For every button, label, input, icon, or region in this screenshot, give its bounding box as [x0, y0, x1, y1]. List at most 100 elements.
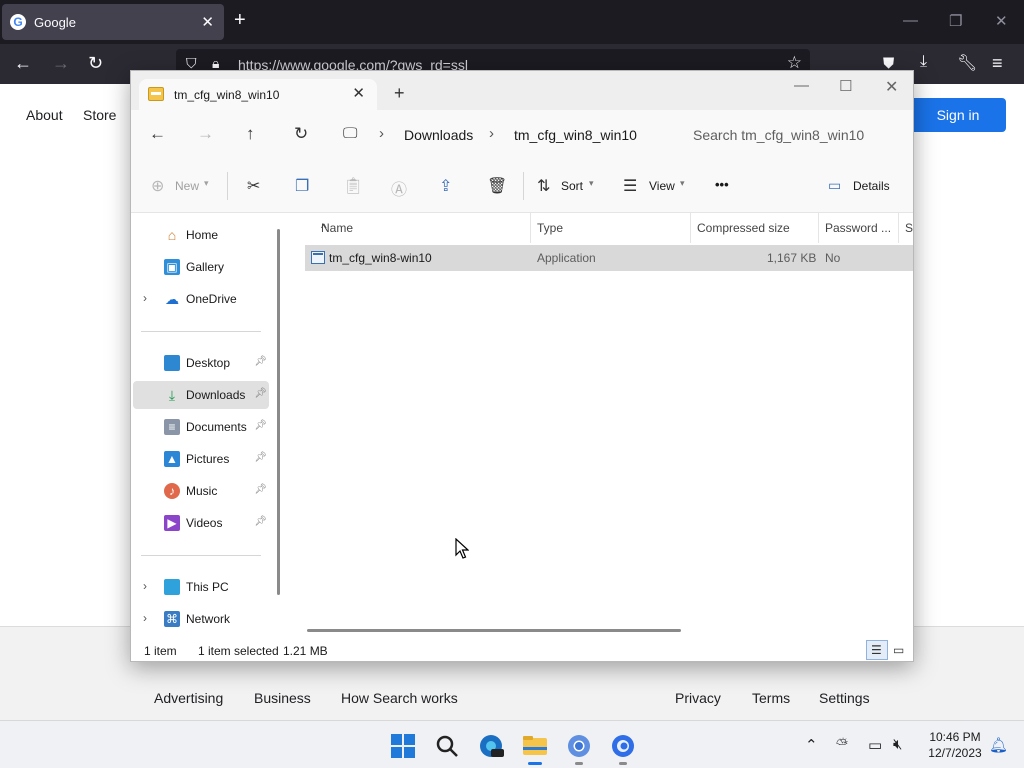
browser-tab-google[interactable]: G Google ✕: [2, 4, 224, 40]
footer-privacy-link[interactable]: Privacy: [675, 690, 721, 706]
explorer-new-tab-icon[interactable]: +: [394, 83, 405, 104]
show-hidden-icons-chevron-icon[interactable]: ⌃: [805, 736, 818, 754]
details-view-button[interactable]: ☰: [866, 640, 888, 660]
sort-icon[interactable]: ⇅: [537, 176, 550, 196]
nav-item-music[interactable]: ♪ Music 📌︎: [133, 477, 269, 505]
google-store-link[interactable]: Store: [83, 107, 116, 123]
explorer-search-input[interactable]: Search tm_cfg_win8_win10: [681, 118, 913, 152]
onedrive-offline-icon[interactable]: ⛅︎: [836, 736, 848, 753]
start-windows-icon[interactable]: [390, 733, 416, 759]
nav-item-downloads[interactable]: ⤓ Downloads 📌︎: [133, 381, 269, 409]
breadcrumb-chevron-icon[interactable]: ›: [489, 125, 494, 142]
new-plus-icon[interactable]: ⊕: [151, 176, 164, 196]
pin-icon[interactable]: 📌︎: [254, 356, 267, 367]
explorer-back-icon[interactable]: ←: [149, 124, 166, 144]
breadcrumb-chevron-icon[interactable]: ›: [379, 125, 384, 142]
horizontal-scrollbar[interactable]: [307, 629, 681, 632]
nav-scrollbar[interactable]: [277, 229, 280, 595]
details-pane-icon[interactable]: ▭: [828, 177, 841, 194]
close-explorer-tab-icon[interactable]: ✕: [352, 84, 365, 102]
nav-item-this-pc[interactable]: › This PC: [133, 573, 269, 601]
nav-item-network[interactable]: › ⌘ Network: [133, 605, 269, 633]
browser-minimize-icon[interactable]: —: [903, 12, 918, 29]
explorer-close-icon[interactable]: ✕: [885, 77, 898, 97]
forward-icon[interactable]: →: [52, 53, 70, 74]
footer-business-link[interactable]: Business: [254, 690, 311, 706]
pin-icon[interactable]: 📌︎: [254, 484, 267, 495]
breadcrumb-downloads[interactable]: Downloads: [404, 127, 473, 143]
chrome-icon[interactable]: [566, 733, 592, 765]
pin-icon[interactable]: 📌︎: [254, 388, 267, 399]
new-button[interactable]: New: [175, 179, 199, 193]
google-about-link[interactable]: About: [26, 107, 63, 123]
column-header-password[interactable]: Password ...: [819, 213, 899, 243]
expand-chevron-icon[interactable]: ›: [143, 611, 147, 625]
browser-close-icon[interactable]: ✕: [995, 12, 1008, 30]
sort-button[interactable]: Sort: [561, 179, 583, 193]
details-button[interactable]: Details: [853, 179, 890, 193]
downloads-icon[interactable]: ⤓: [920, 53, 927, 71]
table-row[interactable]: tm_cfg_win8-win10 Application 1,167 KB N…: [305, 245, 913, 271]
onedrive-cloud-icon: ☁: [165, 291, 179, 307]
column-header-name[interactable]: Name ^: [315, 213, 531, 243]
delete-icon[interactable]: 🗑︎: [487, 176, 507, 196]
rename-icon[interactable]: Ⓐ: [391, 176, 407, 200]
nav-item-pictures[interactable]: ▲ Pictures 📌︎: [133, 445, 269, 473]
footer-terms-link[interactable]: Terms: [752, 690, 790, 706]
cut-icon[interactable]: ✂: [247, 176, 260, 196]
footer-settings-link[interactable]: Settings: [819, 690, 870, 706]
column-header-size[interactable]: Si: [899, 213, 913, 243]
explorer-refresh-icon[interactable]: ↻: [294, 124, 308, 144]
file-explorer-taskbar-icon[interactable]: [522, 733, 548, 765]
volume-muted-icon[interactable]: 🔇︎: [893, 736, 902, 753]
menu-icon[interactable]: ≡: [992, 53, 1003, 74]
sign-in-button[interactable]: Sign in: [910, 98, 1006, 132]
footer-advertising-link[interactable]: Advertising: [154, 690, 223, 706]
explorer-up-icon[interactable]: ↑: [246, 124, 255, 144]
column-header-label: Password ...: [825, 221, 892, 235]
column-header-type[interactable]: Type: [531, 213, 691, 243]
footer-how-search-works-link[interactable]: How Search works: [341, 690, 458, 706]
search-icon[interactable]: [434, 733, 460, 759]
view-button[interactable]: View: [649, 179, 675, 193]
explorer-maximize-icon[interactable]: ☐: [839, 77, 852, 95]
wrench-icon[interactable]: 🔧︎: [957, 53, 977, 73]
close-tab-icon[interactable]: ✕: [201, 13, 214, 31]
tiles-view-button[interactable]: ▭: [888, 640, 910, 660]
new-tab-icon[interactable]: +: [234, 9, 246, 32]
nav-item-documents[interactable]: ≡ Documents 📌︎: [133, 413, 269, 441]
new-chevron-down-icon[interactable]: ▾: [204, 178, 209, 189]
view-chevron-down-icon[interactable]: ▾: [680, 178, 685, 189]
copy-icon[interactable]: ❐: [295, 176, 309, 196]
reload-icon[interactable]: ↻: [88, 53, 103, 74]
more-options-icon[interactable]: •••: [715, 177, 729, 192]
nav-item-videos[interactable]: ▶ Videos 📌︎: [133, 509, 269, 537]
nav-item-gallery[interactable]: ▣ Gallery: [133, 253, 269, 281]
pin-icon[interactable]: 📌︎: [254, 452, 267, 463]
browser-restore-icon[interactable]: ❐: [949, 12, 962, 30]
edge-preview-icon[interactable]: [478, 733, 504, 759]
system-clock[interactable]: 10:46 PM 12/7/2023: [922, 729, 988, 761]
share-icon[interactable]: ⇪: [439, 176, 452, 196]
expand-chevron-icon[interactable]: ›: [143, 291, 147, 305]
explorer-forward-icon[interactable]: →: [197, 124, 214, 144]
back-icon[interactable]: ←: [14, 53, 32, 74]
explorer-minimize-icon[interactable]: —: [794, 77, 809, 94]
expand-chevron-icon[interactable]: ›: [143, 579, 147, 593]
this-pc-monitor-icon[interactable]: 🖵︎: [343, 125, 357, 142]
notification-bell-icon[interactable]: 🔔︎: [989, 736, 1008, 754]
breadcrumb-current-folder[interactable]: tm_cfg_win8_win10: [514, 127, 637, 143]
nav-item-desktop[interactable]: Desktop 📌︎: [133, 349, 269, 377]
paste-icon[interactable]: 📋︎: [343, 176, 363, 196]
network-status-icon[interactable]: ▭: [868, 736, 882, 754]
nav-item-onedrive[interactable]: › ☁ OneDrive: [133, 285, 269, 313]
nav-item-home[interactable]: ⌂ Home: [133, 221, 269, 249]
explorer-tab[interactable]: tm_cfg_win8_win10 ✕: [139, 79, 377, 110]
view-icon[interactable]: ☰: [623, 176, 637, 196]
file-name[interactable]: tm_cfg_win8-win10: [329, 251, 432, 265]
sort-chevron-down-icon[interactable]: ▾: [589, 178, 594, 189]
column-header-compressed-size[interactable]: Compressed size: [691, 213, 819, 243]
pin-icon[interactable]: 📌︎: [254, 420, 267, 431]
pin-icon[interactable]: 📌︎: [254, 516, 267, 527]
firefox-icon[interactable]: [610, 733, 636, 765]
